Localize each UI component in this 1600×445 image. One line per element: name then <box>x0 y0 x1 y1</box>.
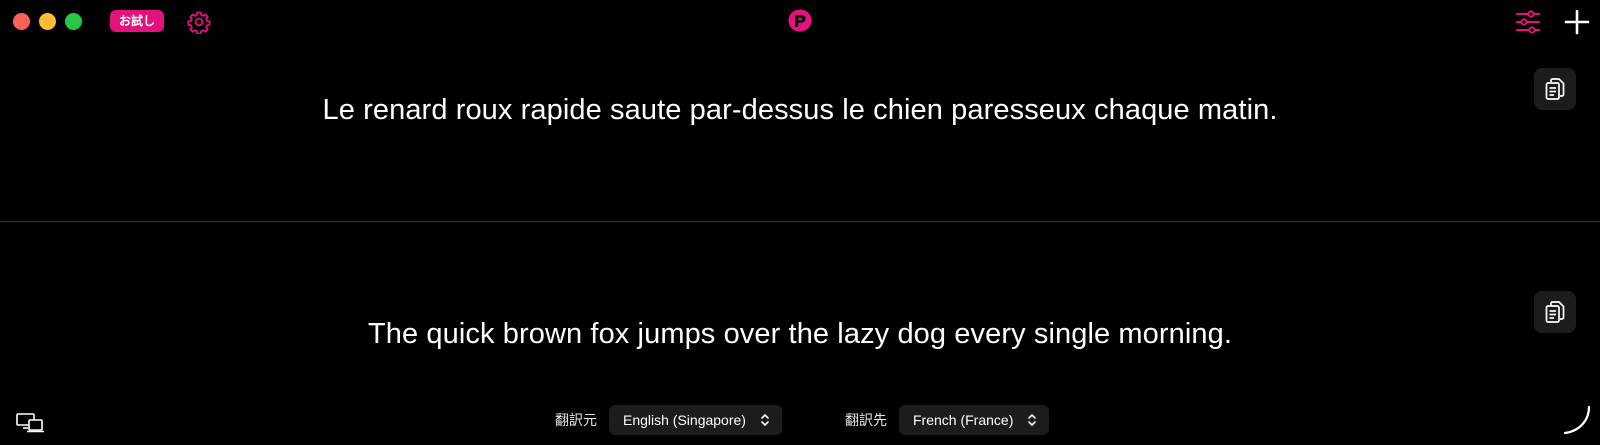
add-button[interactable] <box>1562 7 1592 37</box>
target-language-value: French (France) <box>913 412 1014 428</box>
sliders-icon <box>1516 10 1540 34</box>
target-language-label: 翻訳先 <box>845 412 887 428</box>
trial-badge[interactable]: お試し <box>110 10 165 32</box>
resize-handle[interactable] <box>1562 403 1592 437</box>
chevron-up-down-icon <box>1028 414 1037 426</box>
target-text[interactable]: The quick brown fox jumps over the lazy … <box>0 318 1600 351</box>
chevron-up-down-icon <box>761 414 769 426</box>
plus-icon <box>1564 9 1590 35</box>
settings-button[interactable] <box>186 9 212 35</box>
zoom-window-button[interactable] <box>65 13 82 30</box>
source-language-group: 翻訳元 English (Singapore) <box>555 405 782 435</box>
close-window-button[interactable] <box>13 13 30 30</box>
app-logo-icon <box>788 9 812 32</box>
source-language-value: English (Singapore) <box>623 412 746 428</box>
source-language-select[interactable]: English (Singapore) <box>609 405 782 435</box>
language-bar: 翻訳元 English (Singapore) 翻訳先 French (Fran… <box>0 405 1600 439</box>
target-language-select[interactable]: French (France) <box>899 405 1050 435</box>
gear-icon <box>187 11 211 34</box>
source-language-label: 翻訳元 <box>555 412 597 428</box>
app-logo <box>786 7 814 35</box>
pane-divider[interactable] <box>0 221 1600 222</box>
window-controls <box>13 13 82 30</box>
filters-button[interactable] <box>1513 8 1543 36</box>
target-language-group: 翻訳先 French (France) <box>845 405 1050 435</box>
resize-corner-icon <box>1563 405 1591 435</box>
minimize-window-button[interactable] <box>39 13 56 30</box>
app-window: お試し Le renard roux rapide saute par-dess… <box>0 0 1600 445</box>
source-text[interactable]: Le renard roux rapide saute par-dessus l… <box>0 94 1600 127</box>
